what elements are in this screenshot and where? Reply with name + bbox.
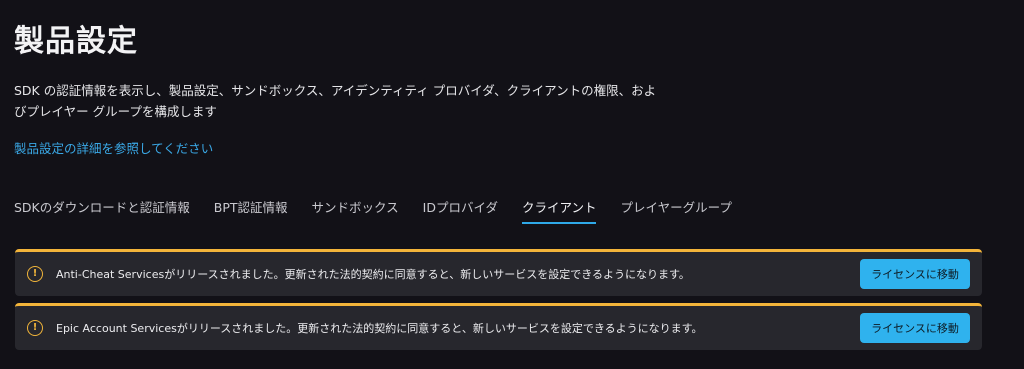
go-to-license-button[interactable]: ライセンスに移動 bbox=[860, 259, 970, 289]
learn-more-link[interactable]: 製品設定の詳細を参照してください bbox=[14, 138, 213, 157]
warning-circle-icon: ! bbox=[27, 320, 43, 336]
go-to-license-button[interactable]: ライセンスに移動 bbox=[860, 313, 970, 343]
tab-sandboxes[interactable]: サンドボックス bbox=[312, 198, 399, 224]
warning-circle-icon: ! bbox=[27, 266, 43, 282]
tab-player-groups[interactable]: プレイヤーグループ bbox=[620, 198, 731, 224]
settings-tabs: SDKのダウンロードと認証情報 BPT認証情報 サンドボックス IDプロバイダ … bbox=[14, 198, 756, 226]
product-settings-page: 製品設定 SDK の認証情報を表示し、製品設定、サンドボックス、アイデンティティ… bbox=[0, 0, 1024, 369]
tab-clients[interactable]: クライアント bbox=[521, 198, 597, 224]
tab-bpt-credentials[interactable]: BPT認証情報 bbox=[214, 198, 288, 224]
page-title: 製品設定 bbox=[14, 24, 138, 59]
epic-account-notice: ! Epic Account Servicesがリリースされました。更新された法… bbox=[15, 303, 982, 350]
anti-cheat-notice: ! Anti-Cheat Servicesがリリースされました。更新された法的契… bbox=[15, 249, 982, 296]
notice-text: Epic Account Servicesがリリースされました。更新された法的契… bbox=[56, 322, 703, 335]
page-description: SDK の認証情報を表示し、製品設定、サンドボックス、アイデンティティ プロバイ… bbox=[14, 83, 657, 119]
tab-identity-providers[interactable]: IDプロバイダ bbox=[423, 198, 498, 224]
tab-sdk-download-credentials[interactable]: SDKのダウンロードと認証情報 bbox=[14, 198, 190, 224]
notice-text: Anti-Cheat Servicesがリリースされました。更新された法的契約に… bbox=[56, 268, 690, 281]
